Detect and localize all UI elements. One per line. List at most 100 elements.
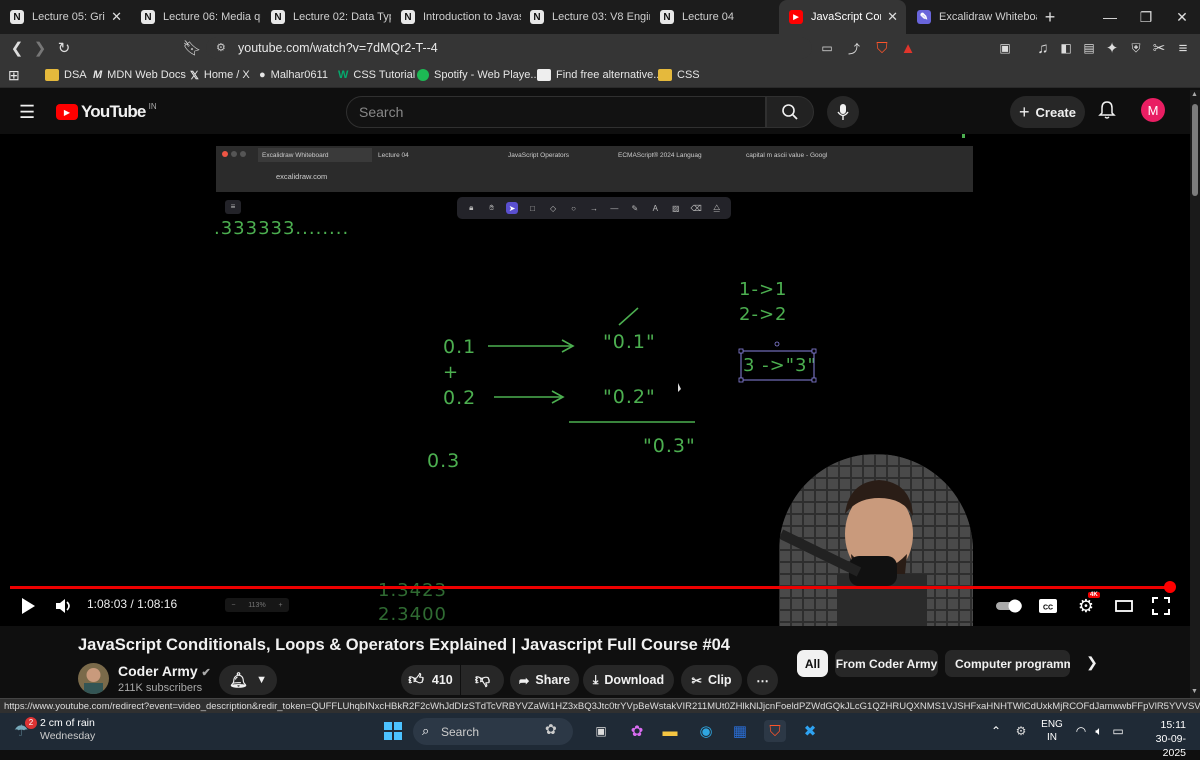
brave-shield-icon[interactable]: ⛉: [872, 38, 892, 58]
bookmark-icon[interactable]: 🔖︎: [182, 38, 202, 58]
new-tab-button[interactable]: +: [1031, 0, 1069, 34]
forward-button[interactable]: ❯: [30, 38, 50, 58]
youtube-logo[interactable]: ▶ YouTube IN: [56, 102, 157, 122]
task-view-icon[interactable]: ▣: [590, 720, 612, 742]
notion-icon: N: [271, 10, 285, 24]
back-button[interactable]: ❮: [7, 38, 27, 58]
tab-lecture-05[interactable]: N Lecture 05: Grid ✕: [0, 0, 130, 34]
more-actions-button[interactable]: ⋯: [747, 665, 778, 695]
channel-name[interactable]: Coder Army ✔: [118, 663, 211, 679]
screenshot-icon[interactable]: ▣: [995, 38, 1015, 58]
minimize-button[interactable]: —: [1091, 0, 1129, 34]
bookmark-css-tutorial[interactable]: W CSS Tutorial: [338, 66, 415, 84]
notifications-icon[interactable]: [1098, 100, 1116, 125]
download-button[interactable]: ⤓ Download: [583, 665, 674, 695]
search-icon: [782, 104, 798, 120]
bookmark-dsa[interactable]: DSA: [45, 66, 87, 84]
bookmark-github[interactable]: ● Malhar0611: [259, 66, 328, 84]
page-scrollbar[interactable]: ▲ ▼: [1190, 90, 1200, 698]
scroll-up-icon[interactable]: ▲: [1191, 91, 1198, 98]
channel-avatar[interactable]: [78, 663, 109, 694]
scrollbar-thumb[interactable]: [1192, 104, 1198, 196]
mdn-icon: M: [93, 69, 103, 81]
scroll-down-icon[interactable]: ▼: [1191, 688, 1198, 695]
notion-icon: N: [530, 10, 544, 24]
tab-intro-js[interactable]: N Introduction to Javasc: [391, 0, 521, 34]
volume-button[interactable]: [52, 594, 76, 618]
search-input[interactable]: Search: [346, 96, 766, 128]
vpn-icon[interactable]: ⛨: [1126, 38, 1146, 58]
create-button[interactable]: + Create: [1010, 96, 1085, 128]
chip-from-coder-army[interactable]: From Coder Army: [835, 650, 938, 677]
clip-button[interactable]: ✂ Clip: [681, 665, 742, 695]
bookmark-css[interactable]: CSS: [658, 66, 700, 84]
tab-lecture-04[interactable]: N Lecture 04: [650, 0, 780, 34]
weather-widget[interactable]: 2 cm of rain Wednesday: [40, 717, 95, 743]
share-icon[interactable]: ⤴: [844, 38, 864, 58]
dislike-button[interactable]: 👎︎: [461, 665, 504, 695]
close-icon[interactable]: ✕: [111, 9, 122, 25]
progress-bar[interactable]: [10, 586, 1170, 589]
quality-badge: 4K: [1088, 592, 1100, 598]
tab-excalidraw[interactable]: ✎ Excalidraw Whiteboar: [907, 0, 1037, 34]
input-language[interactable]: ENG IN: [1040, 718, 1064, 744]
edge-icon[interactable]: ◉: [695, 720, 717, 742]
brave-icon[interactable]: ⛉: [764, 720, 786, 742]
copilot-icon[interactable]: ✿: [626, 720, 648, 742]
close-icon[interactable]: ✕: [887, 9, 898, 25]
close-window-button[interactable]: ✕: [1163, 0, 1200, 34]
file-explorer-icon[interactable]: ▬: [659, 720, 681, 742]
tab-lecture-06[interactable]: N Lecture 06: Media qu: [131, 0, 261, 34]
settings-button[interactable]: ⚙ 4K: [1074, 592, 1100, 618]
like-button[interactable]: 👍︎ 410: [401, 665, 460, 695]
bookmark-spotify[interactable]: Spotify - Web Playe...: [417, 66, 540, 84]
battery-icon[interactable]: ▭: [1107, 720, 1129, 742]
folder-icon: [45, 69, 59, 81]
sidebar-icon[interactable]: ◧: [1056, 38, 1076, 58]
apps-grid-icon[interactable]: ⊞: [8, 66, 20, 84]
cast-icon[interactable]: ▭: [817, 38, 837, 58]
store-icon[interactable]: ▦: [729, 720, 751, 742]
tray-app-icon[interactable]: ⚙: [1010, 720, 1032, 742]
tab-lecture-03[interactable]: N Lecture 03: V8 Engine: [520, 0, 650, 34]
reload-button[interactable]: ↻: [54, 38, 74, 58]
search-button[interactable]: [766, 96, 814, 128]
wallet-icon[interactable]: ▤: [1079, 38, 1099, 58]
chip-all[interactable]: All: [797, 650, 828, 677]
tray-overflow-icon[interactable]: ⌃: [985, 720, 1007, 742]
captions-button[interactable]: CC: [1036, 594, 1060, 618]
vscode-icon[interactable]: ✖: [799, 720, 821, 742]
theater-mode-button[interactable]: [1112, 594, 1136, 618]
brave-rewards-icon[interactable]: ▲: [898, 38, 918, 58]
media-icon[interactable]: ♫: [1033, 38, 1053, 58]
chip-computer-programming[interactable]: Computer programming: [945, 650, 1070, 677]
windows-start-icon[interactable]: [382, 720, 404, 742]
hamburger-menu-icon[interactable]: ☰: [19, 102, 35, 123]
address-bar-row: ❮ ❯ ↻ 🔖︎ ⚙ youtube.com/watch?v=7dMQr2-T-…: [0, 34, 1200, 62]
url-field[interactable]: ⚙ youtube.com/watch?v=7dMQr2-T--4: [206, 37, 812, 59]
thumbs-up-icon: 👍︎: [408, 671, 424, 688]
voice-search-button[interactable]: [827, 96, 859, 128]
play-button[interactable]: [16, 594, 40, 618]
fullscreen-button[interactable]: [1149, 594, 1173, 618]
menu-icon[interactable]: ≡: [1173, 38, 1193, 58]
chips-next-icon[interactable]: ❯: [1082, 654, 1102, 674]
avatar[interactable]: M: [1141, 98, 1165, 122]
subscribed-bell-button[interactable]: 🔔︎ ▼: [219, 665, 277, 695]
taskbar-search[interactable]: ⌕ Search ✿: [413, 718, 573, 745]
bookmark-x[interactable]: 𝕏 Home / X: [190, 66, 250, 84]
tab-javascript-course[interactable]: ▶ JavaScript Cor ✕: [779, 0, 906, 34]
tab-lecture-02[interactable]: N Lecture 02: Data Type: [261, 0, 391, 34]
video-player[interactable]: Excalidraw Whiteboard Lecture 04 JavaScr…: [0, 134, 1190, 626]
clock[interactable]: 15:11 30-09-2025: [1136, 718, 1186, 760]
extensions-icon[interactable]: ✂: [1149, 38, 1169, 58]
scissors-icon: ✂: [691, 673, 702, 688]
leo-ai-icon[interactable]: ✦: [1102, 38, 1122, 58]
restore-button[interactable]: ❐: [1127, 0, 1165, 34]
share-button[interactable]: ➦ Share: [510, 665, 579, 695]
bookmark-alternatives[interactable]: Find free alternative...: [537, 66, 662, 84]
progress-scrubber[interactable]: [1164, 581, 1176, 593]
autoplay-toggle[interactable]: [995, 594, 1023, 618]
site-info-icon[interactable]: ⚙: [216, 41, 226, 54]
bookmark-mdn[interactable]: M MDN Web Docs: [93, 66, 186, 84]
